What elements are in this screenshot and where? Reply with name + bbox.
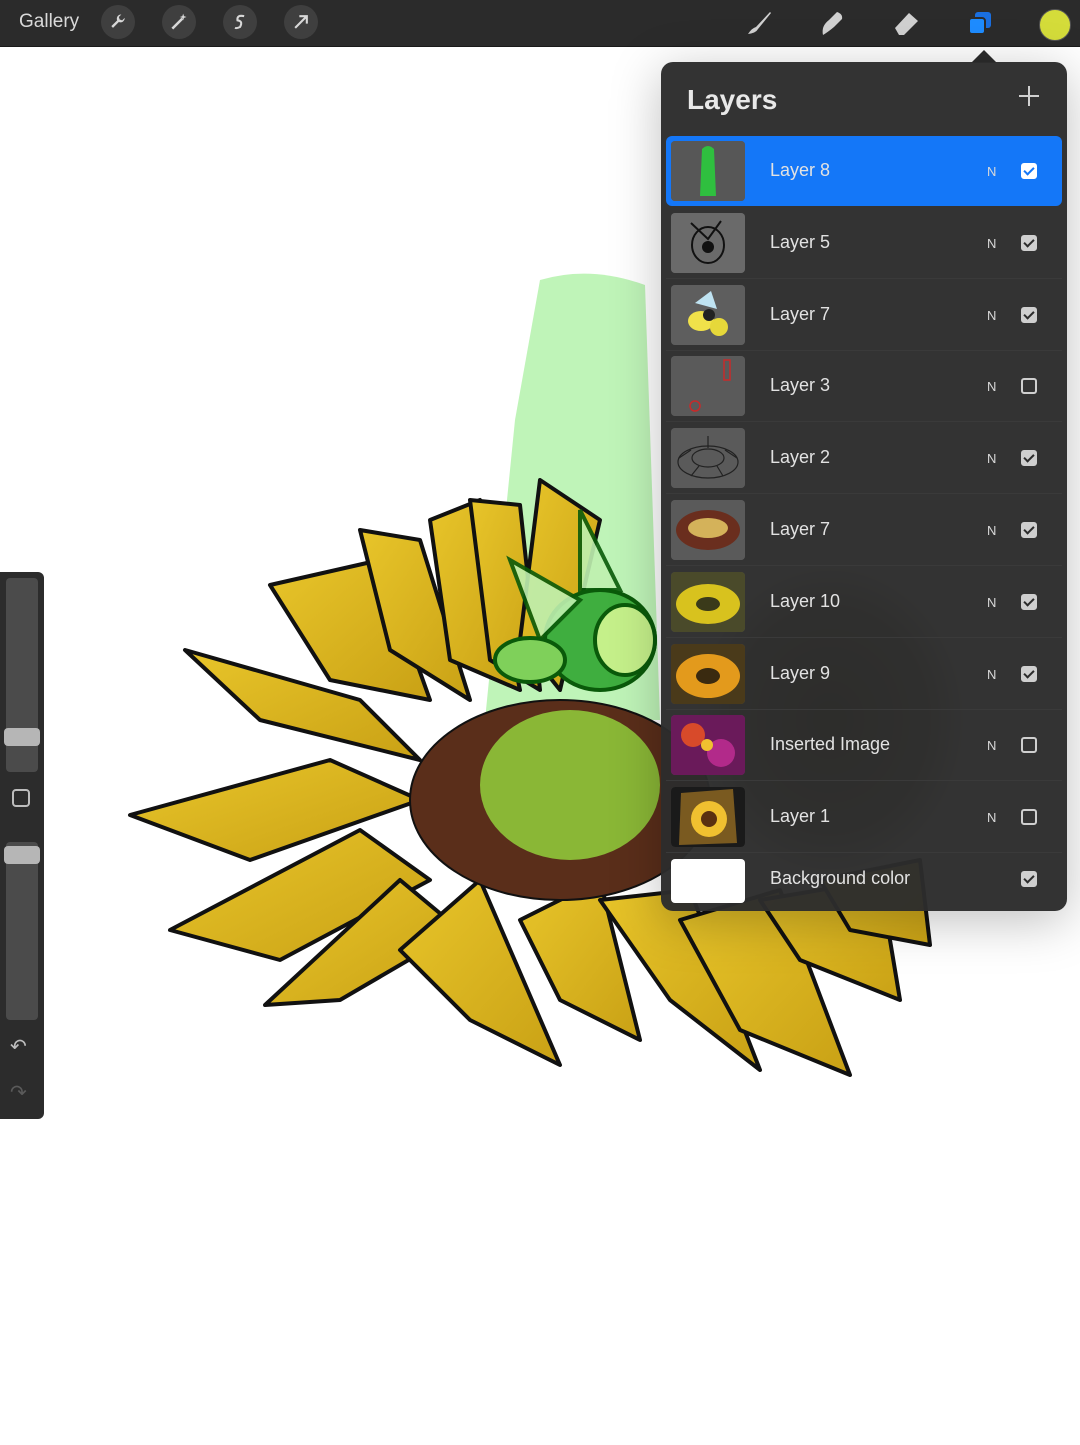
blend-mode-button[interactable]: N: [987, 738, 996, 753]
panel-title: Layers: [687, 84, 778, 115]
plus-icon[interactable]: [1017, 84, 1041, 108]
smudge-icon[interactable]: [815, 6, 849, 40]
layer-thumbnail[interactable]: [671, 500, 745, 560]
opacity-slider[interactable]: [6, 842, 38, 1020]
layer-name: Layer 3: [770, 375, 831, 396]
gallery-button[interactable]: Gallery: [19, 11, 79, 33]
undo-icon[interactable]: ↶: [10, 1034, 27, 1059]
layer-name: Layer 8: [770, 160, 831, 180]
transform-arrow-icon[interactable]: [284, 5, 318, 39]
layer-row[interactable]: Layer 7 N: [666, 495, 1062, 566]
visibility-checkbox[interactable]: [1021, 522, 1037, 538]
layers-panel: Layers Layer 8 N Layer 5 N Layer 7 N Layer 3NL…: [661, 62, 1067, 911]
layer-row[interactable]: Layer 7 N: [666, 280, 1062, 351]
layer-thumbnail[interactable]: [671, 212, 745, 273]
blend-mode-button[interactable]: N: [987, 308, 996, 323]
blend-mode-button[interactable]: N: [987, 523, 996, 538]
layer-thumbnail[interactable]: [671, 571, 745, 632]
layer-name: Inserted Image: [770, 734, 891, 755]
layer-thumbnail[interactable]: [671, 715, 745, 776]
visibility-checkbox[interactable]: [1021, 163, 1037, 179]
redo-icon[interactable]: ↷: [10, 1080, 27, 1105]
layer-thumbnail[interactable]: [671, 284, 745, 345]
layer-row[interactable]: Layer 3 N: [666, 351, 1062, 423]
eraser-icon[interactable]: [889, 6, 923, 40]
layer-row[interactable]: Layer 1 N: [666, 782, 1062, 854]
blend-mode-button[interactable]: N: [987, 164, 996, 179]
layer-thumbnail[interactable]: [671, 428, 745, 489]
visibility-checkbox[interactable]: [1021, 450, 1037, 467]
layer-row[interactable]: Layer 10 N: [666, 567, 1062, 638]
visibility-checkbox[interactable]: [1021, 593, 1037, 610]
blend-mode-button[interactable]: N: [987, 667, 996, 682]
layer-name: Layer 1: [770, 806, 831, 827]
layer-row[interactable]: Layer 5 N: [666, 208, 1062, 279]
square-modify-icon[interactable]: [12, 789, 30, 807]
layer-name: Layer 9: [770, 662, 831, 683]
layer-row[interactable]: Layer 2 N: [666, 423, 1062, 495]
color-picker-button[interactable]: [1039, 9, 1071, 41]
visibility-checkbox[interactable]: [1021, 306, 1037, 323]
layer-thumbnail[interactable]: [671, 859, 745, 903]
layer-row[interactable]: Background color: [666, 854, 1062, 914]
visibility-checkbox[interactable]: [1021, 737, 1037, 754]
opacity-thumb[interactable]: [4, 846, 40, 864]
layer-thumbnail[interactable]: [671, 643, 745, 704]
layer-name: Layer 10: [770, 590, 841, 611]
layer-row[interactable]: Layer 9 N: [666, 639, 1062, 710]
blend-mode-button[interactable]: N: [987, 595, 996, 610]
layer-name: Layer 2: [770, 447, 831, 468]
layers-icon[interactable]: [963, 6, 997, 40]
layer-name: Layer 7: [770, 519, 831, 539]
layer-name: Layer 7: [770, 303, 831, 324]
visibility-checkbox[interactable]: [1021, 809, 1037, 826]
blend-mode-button[interactable]: N: [987, 451, 996, 466]
blend-mode-button[interactable]: N: [987, 379, 996, 394]
selection-icon[interactable]: [223, 5, 257, 39]
visibility-checkbox[interactable]: [1021, 378, 1037, 395]
visibility-checkbox[interactable]: [1021, 871, 1037, 887]
wrench-icon[interactable]: [101, 5, 135, 39]
visibility-checkbox[interactable]: [1021, 665, 1037, 682]
left-sidebar: ↶ ↷: [0, 572, 44, 1119]
brush-size-thumb[interactable]: [4, 728, 40, 746]
visibility-checkbox[interactable]: [1021, 234, 1037, 251]
layer-name: Layer 5: [770, 231, 831, 252]
blend-mode-button[interactable]: N: [987, 236, 996, 251]
layer-thumbnail[interactable]: [671, 356, 745, 417]
brush-icon[interactable]: [742, 6, 776, 40]
layer-row[interactable]: Layer 8 N: [666, 136, 1062, 206]
layer-name: Background color: [770, 868, 911, 888]
magic-wand-icon[interactable]: [162, 5, 196, 39]
layer-row[interactable]: Inserted Image N: [666, 710, 1062, 782]
layer-thumbnail[interactable]: [671, 787, 745, 848]
blend-mode-button[interactable]: N: [987, 810, 996, 825]
layer-thumbnail[interactable]: [671, 141, 745, 201]
top-toolbar: Gallery: [0, 0, 1080, 47]
